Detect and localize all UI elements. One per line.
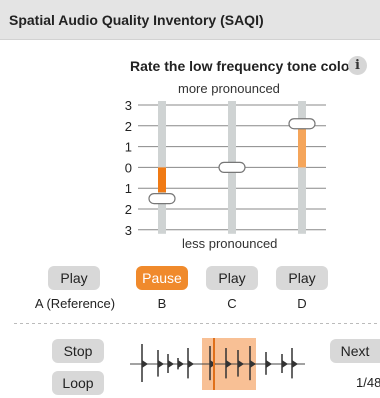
- slider-handle-b[interactable]: [148, 193, 176, 205]
- waveform-burst: [292, 360, 298, 368]
- trial-counter: 1/48: [356, 375, 380, 390]
- slider-handle-d[interactable]: [288, 118, 316, 130]
- waveform-burst: [266, 360, 272, 368]
- waveform-burst: [178, 360, 184, 368]
- tick-label: 0: [125, 160, 132, 175]
- slider-handle-c[interactable]: [218, 161, 246, 173]
- tick-label: 3: [125, 223, 132, 238]
- tick-label: 3: [125, 98, 132, 113]
- scale-tick-labels: 3 2 1 0 1 2 3: [125, 98, 132, 238]
- tick-label: 2: [125, 119, 132, 134]
- tick-label: 1: [125, 140, 132, 155]
- waveform-burst: [168, 360, 174, 368]
- loop-button[interactable]: Loop: [52, 371, 104, 395]
- section-divider: [14, 323, 380, 324]
- waveform-display[interactable]: [130, 334, 305, 394]
- tick-label: 1: [125, 181, 132, 196]
- play-button-a[interactable]: Play: [48, 266, 100, 290]
- stop-button[interactable]: Stop: [52, 339, 104, 363]
- pause-button-b[interactable]: Pause: [136, 266, 188, 290]
- condition-label-a: A (Reference): [34, 296, 116, 311]
- tick-label: 2: [125, 202, 132, 217]
- slider-fill-b: [158, 167, 166, 193]
- next-button[interactable]: Next: [330, 339, 380, 363]
- condition-label-c: C: [227, 296, 237, 311]
- waveform-burst: [158, 360, 164, 368]
- condition-label-d: D: [297, 296, 307, 311]
- waveform-burst: [142, 360, 148, 368]
- slider-fill-d: [298, 123, 306, 168]
- play-button-d[interactable]: Play: [276, 266, 328, 290]
- waveform-burst: [188, 360, 194, 368]
- condition-label-b: B: [157, 296, 167, 311]
- waveform-burst: [282, 360, 288, 368]
- play-button-c[interactable]: Play: [206, 266, 258, 290]
